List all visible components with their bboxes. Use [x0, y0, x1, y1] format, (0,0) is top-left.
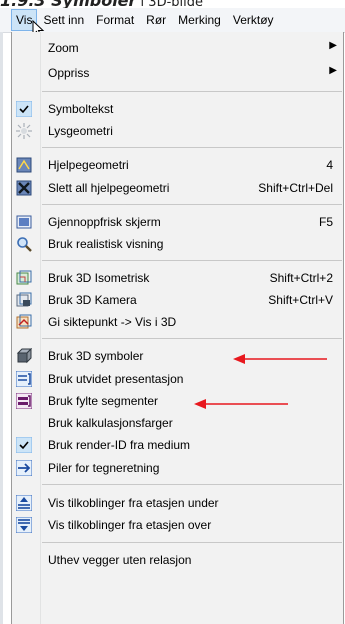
separator: [42, 204, 342, 205]
menu-item-tilkoblinger-under[interactable]: Vis tilkoblinger fra etasjen under: [12, 492, 343, 514]
menu-bar: Vis Sett inn Format Rør Merking Verktøy: [0, 8, 345, 33]
menu-item-gjennoppfrisk[interactable]: Gjennoppfrisk skjerm F5: [12, 211, 343, 233]
menu-item-label: Zoom: [48, 41, 79, 55]
menu-item-label: Bruk kalkulasjonsfarger: [48, 416, 173, 430]
menu-item-label: Bruk 3D Isometrisk: [48, 271, 150, 285]
menu-item-label: Bruk render-ID fra medium: [48, 438, 191, 452]
delete-geometry-icon: [16, 180, 32, 196]
menu-item-render-id[interactable]: Bruk render-ID fra medium: [12, 434, 343, 456]
menu-item-label: Bruk 3D symboler: [48, 349, 144, 363]
menu-item-oppriss[interactable]: Oppriss ▶: [12, 62, 343, 84]
menu-item-label: Uthev vegger uten relasjon: [48, 553, 192, 567]
light-bulb-icon: [16, 123, 32, 139]
menu-item-realistisk[interactable]: Bruk realistisk visning: [12, 233, 343, 255]
helper-geometry-icon: [16, 157, 32, 173]
menu-item-slett-hjelpegeometri[interactable]: Slett all hjelpegeometri Shift+Ctrl+Del: [12, 177, 343, 199]
annotation-arrow-icon: [194, 399, 288, 409]
menu-item-utvidet-presentasjon[interactable]: Bruk utvidet presentasjon: [12, 368, 343, 390]
menu-item-lysgeometri[interactable]: Lysgeometri: [12, 120, 343, 142]
menu-item-label: Bruk 3D Kamera: [48, 293, 137, 307]
separator: [42, 542, 342, 543]
menu-item-label: Hjelpegeometri: [48, 158, 129, 172]
shortcut-label: Shift+Ctrl+Del: [258, 181, 333, 195]
menu-item-fylte-segmenter[interactable]: Bruk fylte segmenter: [12, 390, 343, 412]
menu-item-symboltekst[interactable]: Symboltekst: [12, 98, 343, 120]
menu-item-isometrisk[interactable]: Bruk 3D Isometrisk Shift+Ctrl+2: [12, 267, 343, 289]
menu-item-label: Oppriss: [48, 66, 90, 80]
menu-item-label: Vis tilkoblinger fra etasjen over: [48, 518, 212, 532]
checkmark-icon: [16, 101, 32, 117]
menu-item-label: Lysgeometri: [48, 124, 113, 138]
separator: [42, 91, 342, 92]
separator: [42, 484, 342, 485]
checkmark-icon: [16, 437, 32, 453]
menu-item-label: Vis tilkoblinger fra etasjen under: [48, 496, 219, 510]
menu-item-label: Bruk utvidet presentasjon: [48, 372, 184, 386]
menu-item-piler-tegneretning[interactable]: Piler for tegneretning: [12, 457, 343, 479]
shortcut-label: Shift+Ctrl+2: [269, 271, 333, 285]
3d-symbols-icon: [16, 348, 32, 364]
menu-item-uthev-vegger[interactable]: Uthev vegger uten relasjon: [12, 549, 343, 571]
isometric-3d-icon: [16, 270, 32, 285]
menu-item-tilkoblinger-over[interactable]: Vis tilkoblinger fra etasjen over: [12, 514, 343, 536]
camera-3d-icon: [16, 292, 32, 307]
left-edge-strip: [0, 32, 3, 624]
separator: [42, 338, 342, 339]
separator: [42, 260, 342, 261]
submenu-arrow-icon: ▶: [329, 65, 337, 76]
menu-item-label: Slett all hjelpegeometri: [48, 181, 170, 195]
menu-item-label: Symboltekst: [48, 102, 114, 116]
extended-presentation-icon: [16, 371, 32, 387]
shortcut-label: F5: [318, 215, 333, 229]
menu-item-siktepunkt[interactable]: Gi siktepunkt -> Vis i 3D: [12, 311, 343, 333]
shortcut-label: Shift+Ctrl+V: [268, 293, 333, 307]
menu-ror[interactable]: Rør: [140, 9, 172, 31]
menu-item-label: Piler for tegneretning: [48, 461, 160, 475]
filled-segments-icon: [16, 393, 32, 409]
menu-format[interactable]: Format: [90, 9, 140, 31]
menu-item-label: Gi siktepunkt -> Vis i 3D: [48, 315, 177, 329]
menu-item-kamera[interactable]: Bruk 3D Kamera Shift+Ctrl+V: [12, 289, 343, 311]
shortcut-label: 4: [326, 158, 333, 172]
submenu-arrow-icon: ▶: [329, 40, 337, 51]
menu-item-label: Bruk realistisk visning: [48, 237, 164, 251]
viewpoint-icon: [16, 314, 32, 329]
menu-item-kalkulasjonsfarger[interactable]: Bruk kalkulasjonsfarger: [12, 412, 343, 434]
annotation-arrow-icon: [233, 354, 327, 364]
arrow-right-icon: [16, 460, 32, 476]
menu-item-label: Gjennoppfrisk skjerm: [48, 215, 161, 229]
floor-above-icon: [16, 517, 32, 533]
menu-merking[interactable]: Merking: [172, 9, 227, 31]
magnifier-icon: [17, 237, 32, 252]
separator: [42, 147, 342, 148]
refresh-screen-icon: [16, 215, 32, 229]
floor-below-icon: [16, 495, 32, 511]
vis-dropdown-menu: Zoom ▶ Oppriss ▶ Symboltekst Lysgeometri: [11, 32, 344, 624]
menu-item-label: Bruk fylte segmenter: [48, 394, 159, 408]
menu-item-zoom[interactable]: Zoom ▶: [12, 37, 343, 59]
menu-verktoy[interactable]: Verktøy: [227, 9, 280, 31]
menu-item-hjelpegeometri[interactable]: Hjelpegeometri 4: [12, 154, 343, 176]
